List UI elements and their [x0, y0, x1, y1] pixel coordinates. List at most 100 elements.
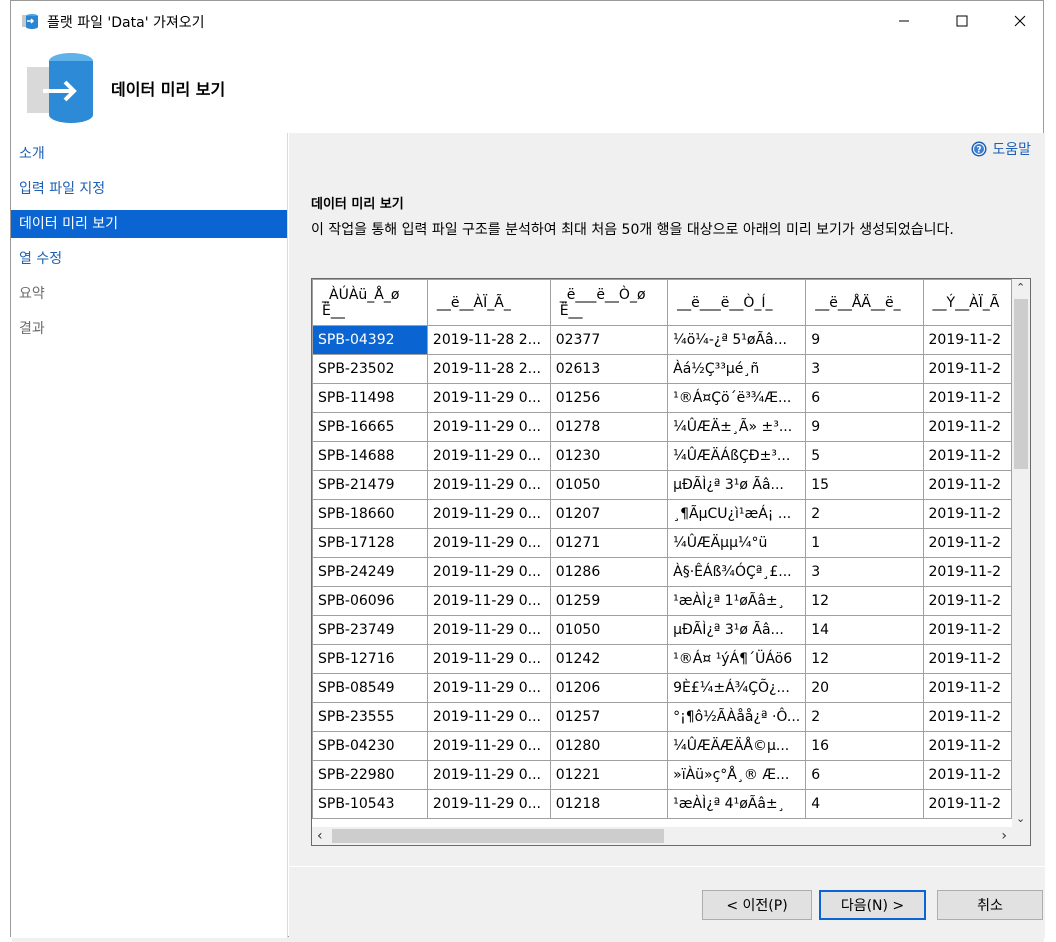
table-cell[interactable]: SPB-22980	[312, 760, 428, 790]
table-cell[interactable]: 2019-11-2	[922, 731, 1012, 761]
table-cell[interactable]: 2019-11-29 0...	[426, 383, 551, 413]
table-cell[interactable]: SPB-23502	[312, 354, 428, 384]
table-row[interactable]: SPB-17128 2019-11-29 0... 01271 ¼ÛÆÄµµ¼­°ü 1…	[312, 528, 1012, 558]
table-cell[interactable]: ¸¶ÃµCU¿ì¹æÁ¡ ...	[667, 499, 807, 529]
table-row[interactable]: SPB-23555 2019-11-29 0... 01257 °¡¶ô½ÃÀåå¿ª…	[312, 702, 1012, 732]
table-cell[interactable]: 12	[805, 586, 924, 616]
sidebar-item-modify-columns[interactable]: 열 수정	[11, 245, 287, 273]
table-row[interactable]: SPB-10543 2019-11-29 0... 01218 ¹æÀÌ¿ª 4¹øÃ…	[312, 789, 1012, 819]
table-cell[interactable]: 2019-11-2	[922, 325, 1012, 355]
table-cell[interactable]: ¹æÀÌ¿ª 1¹øÃâ±¸	[667, 586, 807, 616]
table-cell[interactable]: 2019-11-29 0...	[426, 673, 551, 703]
vertical-scrollbar[interactable]: ⌃ ⌄	[1012, 279, 1030, 827]
previous-button[interactable]: < 이전(P)	[702, 890, 812, 920]
table-cell[interactable]: SPB-04392	[312, 325, 428, 355]
sidebar-item-input-file[interactable]: 입력 파일 지정	[11, 175, 287, 203]
table-row[interactable]: SPB-22980 2019-11-29 0... 01221 »ïÀü»ç°Å¸® …	[312, 760, 1012, 790]
table-cell[interactable]: 01207	[549, 499, 669, 529]
sidebar-item-intro[interactable]: 소개	[11, 140, 287, 168]
close-button[interactable]	[991, 1, 1049, 41]
horizontal-scrollbar[interactable]: ‹ ›	[312, 827, 1012, 845]
table-cell[interactable]: 2019-11-2	[922, 586, 1012, 616]
table-cell[interactable]: SPB-14688	[312, 441, 428, 471]
table-cell[interactable]: Àá½Ç³³µé¸ñ	[667, 354, 807, 384]
table-cell[interactable]: 2019-11-2	[922, 673, 1012, 703]
table-cell[interactable]: 14	[805, 615, 924, 645]
table-cell[interactable]: 15	[805, 470, 924, 500]
table-cell[interactable]: 2019-11-2	[922, 470, 1012, 500]
table-cell[interactable]: 01050	[549, 470, 669, 500]
table-cell[interactable]: 2019-11-29 0...	[426, 702, 551, 732]
table-row[interactable]: SPB-23502 2019-11-28 2... 02613 Àá½Ç³³µé¸ñ 3…	[312, 354, 1012, 384]
table-cell[interactable]: 3	[805, 354, 924, 384]
table-cell[interactable]: 01286	[549, 557, 669, 587]
table-row[interactable]: SPB-08549 2019-11-29 0... 01206 9È£¼±Á¾ÇÕ¿.…	[312, 673, 1012, 703]
table-cell[interactable]: 2	[805, 499, 924, 529]
table-cell[interactable]: 01050	[549, 615, 669, 645]
table-cell[interactable]: »ïÀü»ç°Å¸® Æ...	[667, 760, 807, 790]
table-cell[interactable]: 2019-11-2	[922, 644, 1012, 674]
vertical-scroll-thumb[interactable]	[1014, 299, 1028, 469]
table-cell[interactable]: SPB-04230	[312, 731, 428, 761]
table-cell[interactable]: 5	[805, 441, 924, 471]
column-header[interactable]: __Ý__ÀÏ_Ã	[922, 279, 1012, 326]
column-header[interactable]: _ë___ë__Ò_ø Ë__	[549, 279, 669, 326]
table-cell[interactable]: °¡¶ô½ÃÀåå¿ª ·Ô...	[667, 702, 807, 732]
table-cell[interactable]: 12	[805, 644, 924, 674]
table-cell[interactable]: ¹®Á¤ ¹ýÁ¶´ÜÁö6	[667, 644, 807, 674]
scroll-left-icon[interactable]: ‹	[317, 828, 323, 844]
table-row[interactable]: SPB-12716 2019-11-29 0... 01242 ¹®Á¤ ¹ýÁ¶´Ü…	[312, 644, 1012, 674]
table-cell[interactable]: ¼ö¼-¿ª 5¹øÃâ...	[667, 325, 807, 355]
table-cell[interactable]: SPB-24249	[312, 557, 428, 587]
data-preview-grid[interactable]: _ÀÚÀü_Å_ø Ë__ __ë__ÀÏ_Ã_ _ë___ë__Ò_ø Ë__…	[311, 278, 1031, 846]
table-row[interactable]: SPB-04392 2019-11-28 2... 02377 ¼ö¼-¿ª 5¹øÃ…	[312, 325, 1012, 355]
table-cell[interactable]: 2019-11-2	[922, 441, 1012, 471]
table-cell[interactable]: SPB-21479	[312, 470, 428, 500]
table-cell[interactable]: SPB-23555	[312, 702, 428, 732]
table-cell[interactable]: SPB-23749	[312, 615, 428, 645]
table-cell[interactable]: 2019-11-2	[922, 615, 1012, 645]
cancel-button[interactable]: 취소	[937, 890, 1043, 920]
table-cell[interactable]: 2019-11-29 0...	[426, 441, 551, 471]
table-cell[interactable]: 20	[805, 673, 924, 703]
table-cell[interactable]: µÐÃÌ¿ª 3¹ø Ãâ...	[667, 470, 807, 500]
table-cell[interactable]: ¼ÛÆÄÆÄÅ©µ...	[667, 731, 807, 761]
minimize-button[interactable]	[875, 1, 933, 41]
horizontal-scroll-thumb[interactable]	[332, 829, 664, 843]
table-cell[interactable]: SPB-06096	[312, 586, 428, 616]
table-cell[interactable]: 16	[805, 731, 924, 761]
table-cell[interactable]: 01280	[549, 731, 669, 761]
table-cell[interactable]: 01259	[549, 586, 669, 616]
table-cell[interactable]: 9	[805, 412, 924, 442]
table-cell[interactable]: 2019-11-2	[922, 354, 1012, 384]
table-cell[interactable]: ¼ÛÆÄµµ¼­°ü	[667, 528, 807, 558]
table-cell[interactable]: SPB-10543	[312, 789, 428, 819]
table-cell[interactable]: 2019-11-2	[922, 702, 1012, 732]
table-row[interactable]: SPB-14688 2019-11-29 0... 01230 ¼ÛÆÄÁßÇÐ±³.…	[312, 441, 1012, 471]
column-header[interactable]: __ë__ÀÏ_Ã_	[426, 279, 551, 326]
table-row[interactable]: SPB-06096 2019-11-29 0... 01259 ¹æÀÌ¿ª 1¹øÃ…	[312, 586, 1012, 616]
next-button[interactable]: 다음(N) >	[819, 890, 926, 920]
table-cell[interactable]: 01271	[549, 528, 669, 558]
table-cell[interactable]: SPB-16665	[312, 412, 428, 442]
table-cell[interactable]: 2019-11-2	[922, 383, 1012, 413]
table-cell[interactable]: 2019-11-29 0...	[426, 760, 551, 790]
table-cell[interactable]: 2019-11-29 0...	[426, 499, 551, 529]
table-cell[interactable]: 2019-11-2	[922, 760, 1012, 790]
table-cell[interactable]: µÐÃÌ¿ª 3¹ø Ãâ...	[667, 615, 807, 645]
help-link[interactable]: ? 도움말	[971, 139, 1031, 159]
table-cell[interactable]: 01278	[549, 412, 669, 442]
table-cell[interactable]: 2019-11-2	[922, 528, 1012, 558]
column-header[interactable]: __ë__ÅÄ__ë_	[805, 279, 924, 326]
scroll-right-icon[interactable]: ›	[1001, 828, 1007, 844]
table-cell[interactable]: SPB-17128	[312, 528, 428, 558]
table-cell[interactable]: ¼ÛÆÄ±¸Ã» ±³...	[667, 412, 807, 442]
maximize-button[interactable]	[933, 1, 991, 41]
table-cell[interactable]: 2019-11-29 0...	[426, 470, 551, 500]
table-cell[interactable]: 2	[805, 702, 924, 732]
table-cell[interactable]: 01221	[549, 760, 669, 790]
table-row[interactable]: SPB-16665 2019-11-29 0... 01278 ¼ÛÆÄ±¸Ã» ±³…	[312, 412, 1012, 442]
table-cell[interactable]: 2019-11-29 0...	[426, 789, 551, 819]
table-cell[interactable]: SPB-11498	[312, 383, 428, 413]
sidebar-item-data-preview[interactable]: 데이터 미리 보기	[11, 210, 287, 238]
